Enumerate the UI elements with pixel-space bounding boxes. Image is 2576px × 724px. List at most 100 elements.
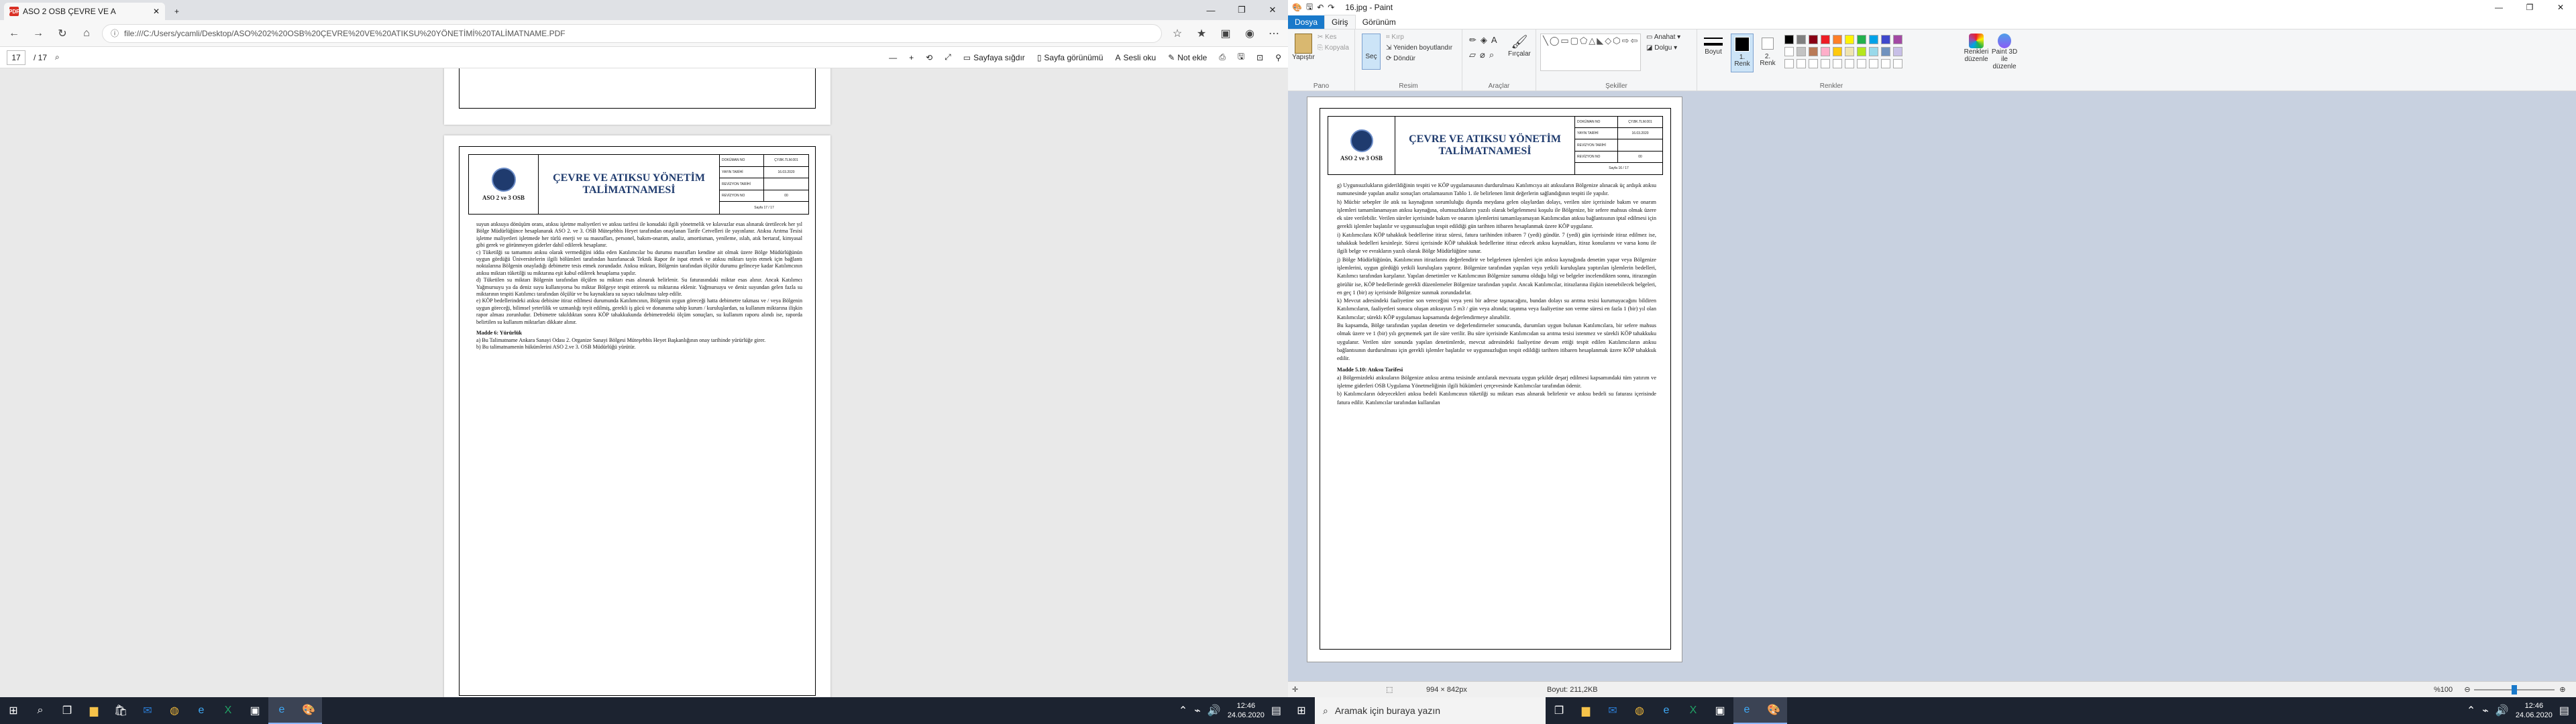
size-button[interactable]: Boyut	[1703, 34, 1724, 56]
palette-swatch-empty[interactable]	[1796, 59, 1806, 68]
pdf-viewer[interactable]: ASO 2 ve 3 OSB ÇEVRE VE ATIKSU YÖNETİM T…	[0, 68, 1288, 697]
color1-button[interactable]: 1. Renk	[1731, 34, 1754, 72]
forward-icon[interactable]: →	[30, 25, 47, 42]
palette-swatch[interactable]	[1869, 47, 1878, 56]
chrome-icon[interactable]: ◍	[161, 697, 188, 724]
chrome-icon[interactable]: ◍	[1626, 697, 1653, 724]
palette-swatch[interactable]	[1857, 47, 1866, 56]
maximize-button[interactable]: ❐	[2514, 3, 2545, 12]
palette-swatch-empty[interactable]	[1821, 59, 1830, 68]
minimize-button[interactable]: —	[1195, 0, 1226, 20]
palette-swatch[interactable]	[1796, 47, 1806, 56]
file-explorer-icon[interactable]: ▆	[1572, 697, 1599, 724]
clock[interactable]: 12:46 24.06.2020	[2516, 701, 2553, 720]
select-button[interactable]: Seç	[1362, 34, 1381, 70]
paint-taskbar-icon[interactable]: 🎨	[295, 697, 322, 724]
palette-swatch[interactable]	[1833, 35, 1842, 44]
palette-swatch-empty[interactable]	[1809, 59, 1818, 68]
edge-active-icon[interactable]: e	[1733, 697, 1760, 724]
network-icon[interactable]: ⌁	[1194, 704, 1201, 717]
pin-icon[interactable]: ⚲	[1275, 53, 1281, 62]
menu-file[interactable]: Dosya	[1288, 15, 1325, 29]
new-tab-button[interactable]: +	[169, 3, 184, 20]
palette-swatch[interactable]	[1857, 35, 1866, 44]
paint-taskbar-icon[interactable]: 🎨	[1760, 697, 1787, 724]
palette-swatch[interactable]	[1784, 47, 1794, 56]
resize-button[interactable]: ⇲ Yeniden boyutlandır	[1386, 44, 1452, 52]
zoom-slider-thumb[interactable]	[2512, 684, 2517, 695]
excel-icon[interactable]: X	[215, 697, 241, 724]
paint-canvas[interactable]: ASO 2 ve 3 OSB ÇEVRE VE ATIKSU YÖNETİM T…	[1307, 97, 1682, 662]
home-icon[interactable]: ⌂	[78, 25, 95, 42]
outlook-icon[interactable]: ✉	[134, 697, 161, 724]
fill-icon[interactable]: ◈	[1481, 35, 1491, 45]
notification-icon[interactable]: ▤	[1271, 704, 1281, 717]
menu-home[interactable]: Giriş	[1324, 15, 1356, 29]
paint3d-button[interactable]: Paint 3D ile düzenle	[1991, 34, 2018, 70]
add-notes-button[interactable]: ✎ Not ekle	[1168, 53, 1207, 62]
start-icon[interactable]: ⊞	[0, 697, 27, 724]
color-picker-icon[interactable]: ⌀	[1480, 50, 1489, 60]
url-field[interactable]: ⓘ file:///C:/Users/ycamli/Desktop/ASO%20…	[102, 23, 1162, 43]
tab-pdf[interactable]: PDF ASO 2 OSB ÇEVRE VE A ✕	[4, 3, 165, 20]
outline-dropdown[interactable]: ▭ Anahat ▾	[1646, 34, 1680, 41]
profile-icon[interactable]: ◉	[1241, 25, 1258, 42]
collections-icon[interactable]: ▣	[1217, 25, 1234, 42]
palette-swatch[interactable]	[1893, 35, 1902, 44]
palette-swatch[interactable]	[1821, 47, 1830, 56]
close-tab-icon[interactable]: ✕	[153, 7, 160, 16]
tray-chevron-icon[interactable]: ⌃	[2467, 704, 2475, 717]
rotate-icon[interactable]: ⟲	[926, 53, 932, 62]
file-explorer-icon[interactable]: ▆	[80, 697, 107, 724]
save-icon[interactable]: 🖫	[1306, 1, 1313, 15]
shapes-gallery[interactable]: ╲◯▭▢⬠△◣◇⬡⇨⇦⇧⇩✦✧✩☆▷◁○□◇◔◕◖	[1540, 34, 1641, 71]
palette-swatch[interactable]	[1869, 35, 1878, 44]
edge-icon[interactable]: e	[188, 697, 215, 724]
magnifier-icon[interactable]: ⌕	[1489, 50, 1498, 60]
menu-view[interactable]: Görünüm	[1356, 15, 1403, 29]
palette-swatch-empty[interactable]	[1845, 59, 1854, 68]
palette-swatch-empty[interactable]	[1869, 59, 1878, 68]
page-view-button[interactable]: ▯ Sayfa görünümü	[1037, 53, 1104, 62]
task-view-icon[interactable]: ❐	[1546, 697, 1572, 724]
close-window-button[interactable]: ✕	[1257, 0, 1288, 20]
zoom-out-button[interactable]: ⊖	[2461, 685, 2474, 694]
notification-icon[interactable]: ▤	[2559, 704, 2569, 717]
edge-active-icon[interactable]: e	[268, 697, 295, 724]
save-icon[interactable]: 🖫	[1238, 50, 1244, 64]
eraser-icon[interactable]: ▱	[1469, 50, 1480, 60]
palette-swatch[interactable]	[1809, 35, 1818, 44]
palette-swatch-empty[interactable]	[1857, 59, 1866, 68]
palette-swatch[interactable]	[1881, 35, 1890, 44]
zoom-slider[interactable]	[2474, 684, 2555, 695]
pencil-icon[interactable]: ✏	[1469, 35, 1481, 45]
rotate-button[interactable]: ⟳ Döndür	[1386, 55, 1415, 62]
back-icon[interactable]: ←	[5, 25, 23, 42]
palette-swatch[interactable]	[1881, 47, 1890, 56]
undo-icon[interactable]: ↶	[1317, 3, 1324, 12]
tray-chevron-icon[interactable]: ⌃	[1179, 704, 1187, 717]
copy-button[interactable]: ⎘ Kopyala	[1318, 44, 1349, 52]
maximize-button[interactable]: ❐	[1226, 0, 1257, 20]
favorites-icon[interactable]: ★	[1193, 25, 1210, 42]
cut-button[interactable]: ✂ Kes	[1318, 34, 1336, 41]
palette-swatch-empty[interactable]	[1784, 59, 1794, 68]
task-view-icon[interactable]: ❐	[54, 697, 80, 724]
palette-swatch[interactable]	[1845, 47, 1854, 56]
palette-swatch-empty[interactable]	[1833, 59, 1842, 68]
palette-swatch[interactable]	[1796, 35, 1806, 44]
palette-swatch[interactable]	[1893, 47, 1902, 56]
excel-icon[interactable]: X	[1680, 697, 1707, 724]
volume-icon[interactable]: 🔊	[1208, 704, 1221, 717]
fit-icon[interactable]: ⤢	[945, 52, 951, 62]
palette-swatch[interactable]	[1845, 35, 1854, 44]
palette-swatch[interactable]	[1821, 35, 1830, 44]
edit-colors-button[interactable]: Renkleri düzenle	[1963, 34, 1990, 63]
favorite-star-icon[interactable]: ☆	[1169, 25, 1186, 42]
paint-canvas-area[interactable]: ASO 2 ve 3 OSB ÇEVRE VE ATIKSU YÖNETİM T…	[1288, 91, 2576, 681]
palette-swatch-empty[interactable]	[1893, 59, 1902, 68]
menu-icon[interactable]: ⋯	[1265, 25, 1283, 42]
outlook-icon[interactable]: ✉	[1599, 697, 1626, 724]
fit-page-button[interactable]: ▭ Sayfaya sığdır	[963, 53, 1025, 62]
paste-button[interactable]: Yapıştır	[1292, 34, 1315, 61]
